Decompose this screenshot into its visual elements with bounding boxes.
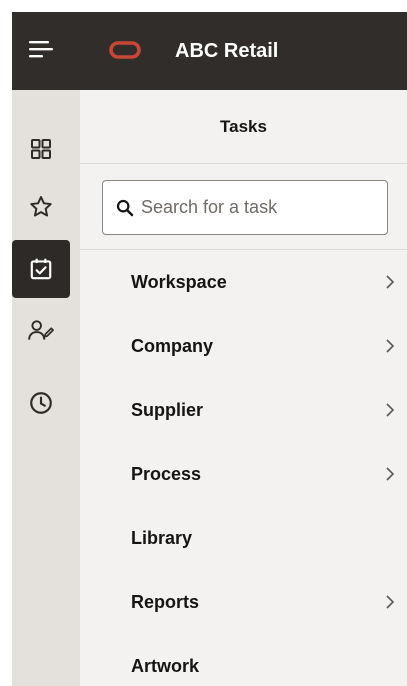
rail-item-people[interactable]: [12, 302, 70, 360]
task-item-label: Library: [131, 528, 193, 548]
chevron-right-icon: [386, 403, 395, 417]
rail-item-tasks[interactable]: [12, 240, 70, 298]
task-item-process[interactable]: Process: [80, 442, 407, 506]
app-header: ABC Retail: [12, 12, 407, 90]
search-box[interactable]: [102, 180, 388, 235]
task-item-library[interactable]: Library: [80, 506, 407, 570]
task-item-label: Process: [131, 464, 202, 484]
task-item-workspace[interactable]: Workspace: [80, 250, 407, 314]
rail-item-home[interactable]: [12, 120, 70, 178]
task-item-label: Artwork: [131, 656, 200, 676]
task-item-supplier[interactable]: Supplier: [80, 378, 407, 442]
clock-icon: [30, 392, 52, 414]
calendar-check-icon: [30, 258, 52, 280]
chevron-right-icon: [386, 595, 395, 609]
task-item-label: Reports: [131, 592, 200, 612]
task-item-artwork[interactable]: Artwork: [80, 634, 407, 686]
menu-icon[interactable]: [29, 39, 53, 59]
task-item-label: Workspace: [131, 272, 227, 292]
chevron-right-icon: [386, 467, 395, 481]
brand-logo-icon: [109, 41, 141, 59]
app-title: ABC Retail: [175, 40, 279, 62]
rail-item-favorites[interactable]: [12, 178, 70, 236]
rail-item-recent[interactable]: [12, 374, 70, 432]
star-icon: [30, 196, 52, 217]
task-item-company[interactable]: Company: [80, 314, 407, 378]
chevron-right-icon: [386, 275, 395, 289]
task-item-reports[interactable]: Reports: [80, 570, 407, 634]
panel-title: Tasks: [80, 90, 407, 164]
app-frame: ABC Retail Tasks Search for a task Works…: [12, 12, 407, 686]
chevron-right-icon: [386, 339, 395, 353]
search-input[interactable]: [141, 192, 371, 223]
task-list: Workspace Company Supplier Process Libra…: [80, 250, 407, 686]
search-section: [80, 164, 407, 250]
left-rail: [12, 90, 80, 686]
task-item-label: Supplier: [131, 400, 204, 420]
users-edit-icon: [28, 320, 54, 340]
search-icon: [115, 198, 135, 218]
task-item-label: Company: [131, 336, 214, 356]
grid-icon: [31, 139, 51, 159]
tasks-panel: Tasks Workspace Company: [80, 90, 407, 686]
